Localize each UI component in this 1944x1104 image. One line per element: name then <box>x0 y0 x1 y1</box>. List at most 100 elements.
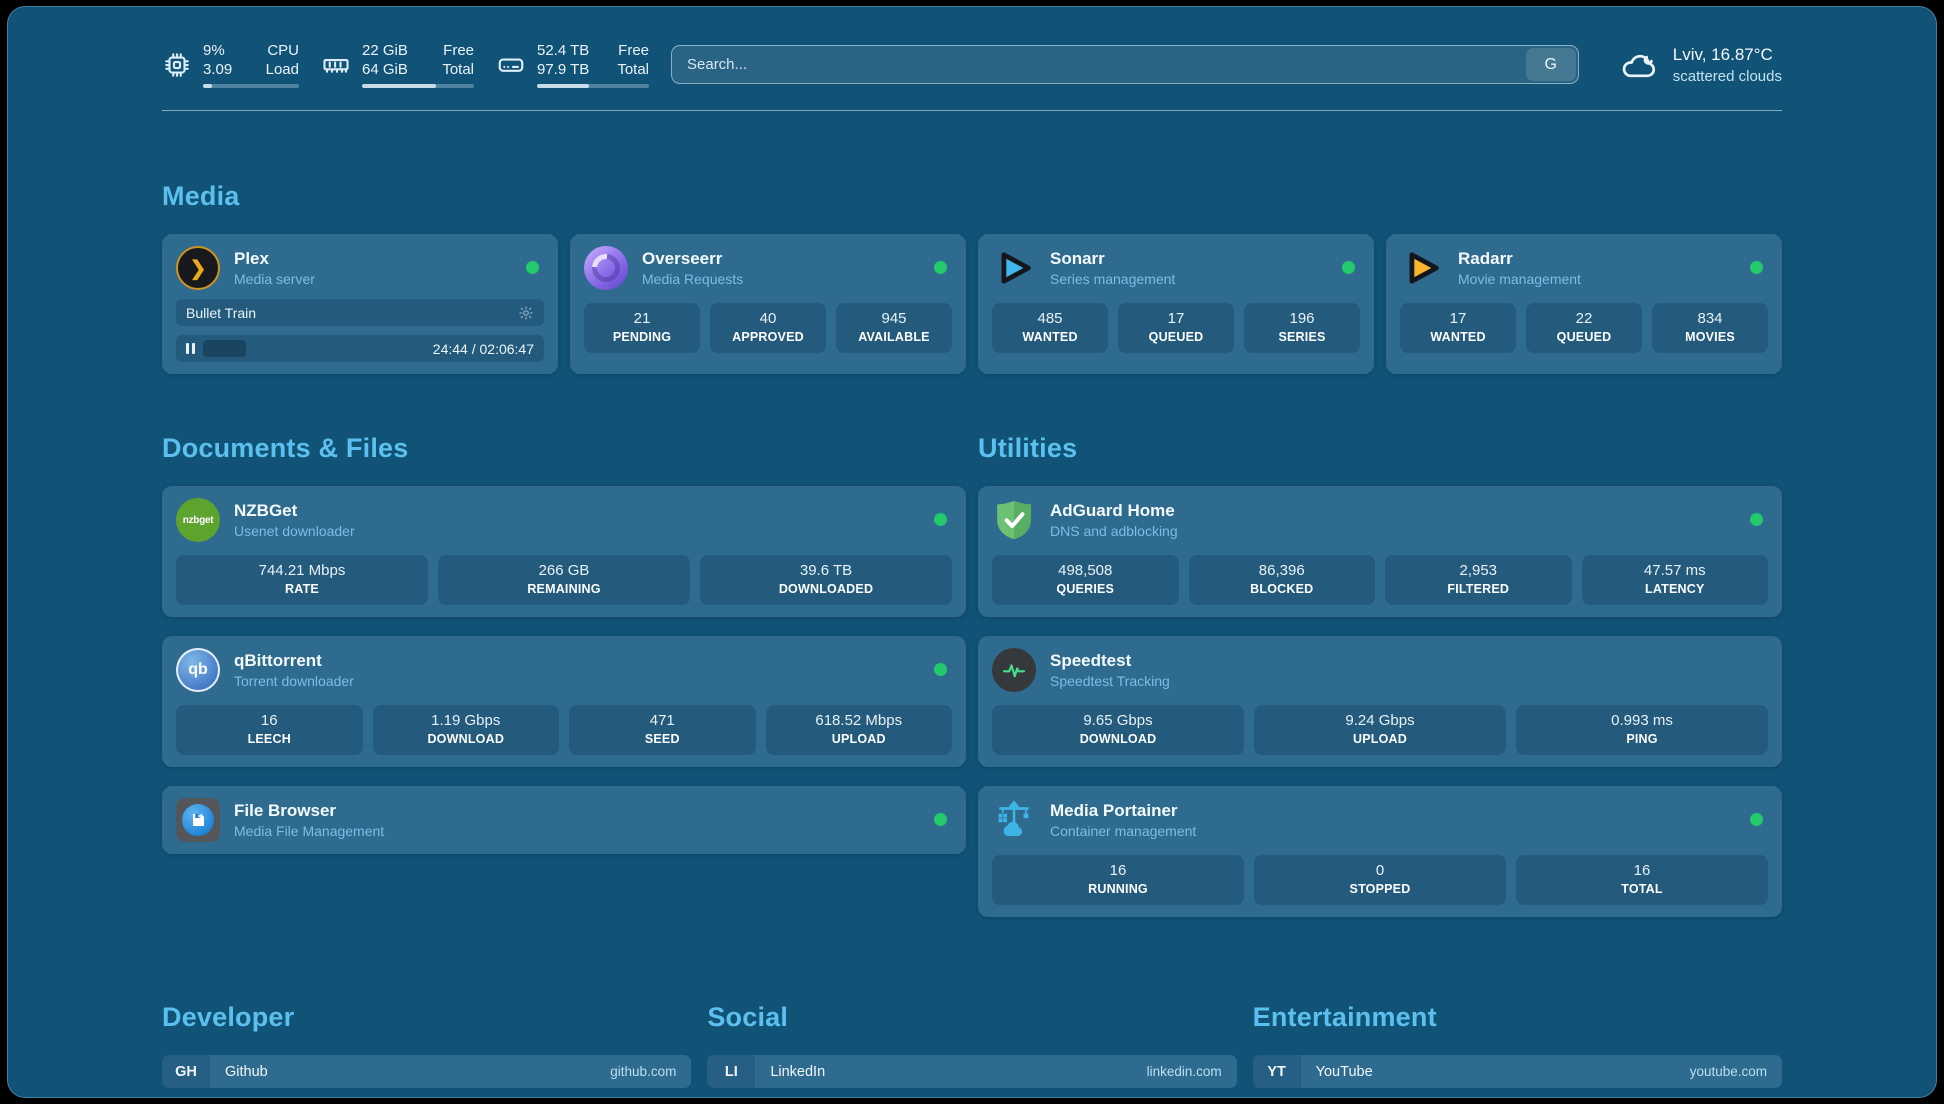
stat-latency: 47.57 ms LATENCY <box>1582 555 1769 605</box>
nzbget-subtitle: Usenet downloader <box>234 523 355 539</box>
portainer-icon <box>992 798 1036 842</box>
section-title-developer: Developer <box>162 1002 691 1033</box>
bookmark-name: LinkedIn <box>770 1064 825 1080</box>
plex-icon: ❯ <box>176 246 220 290</box>
now-playing-title: Bullet Train <box>186 305 256 321</box>
overseerr-title: Overseerr <box>642 249 743 269</box>
bookmark-youtube[interactable]: YT YouTube youtube.com <box>1253 1055 1782 1088</box>
memory-total-label: Total <box>442 60 474 79</box>
section-title-entertainment: Entertainment <box>1253 1002 1782 1033</box>
plex-title: Plex <box>234 249 315 269</box>
cpu-usage-label: CPU <box>266 41 299 60</box>
filebrowser-icon <box>176 798 220 842</box>
speedtest-title: Speedtest <box>1050 651 1170 671</box>
bookmark-url: github.com <box>610 1064 676 1079</box>
pause-icon[interactable] <box>186 343 195 354</box>
stat-remaining: 266 GB REMAINING <box>438 555 690 605</box>
stat-upload: 618.52 Mbps UPLOAD <box>766 705 953 755</box>
cpu-progress-bar <box>203 84 299 88</box>
qbittorrent-title: qBittorrent <box>234 651 354 671</box>
adguard-subtitle: DNS and adblocking <box>1050 523 1178 539</box>
plex-subtitle: Media server <box>234 271 315 287</box>
app-card-adguard[interactable]: AdGuard Home DNS and adblocking 498,508 … <box>978 486 1782 617</box>
bookmark-github[interactable]: GH Github github.com <box>162 1055 691 1088</box>
stat-downloaded: 39.6 TB DOWNLOADED <box>700 555 952 605</box>
playback-time: 24:44 / 02:06:47 <box>433 341 534 357</box>
stat-upload: 9.24 Gbps UPLOAD <box>1254 705 1506 755</box>
dashboard-page: 9% 3.09 CPU Load <box>7 6 1937 1098</box>
app-card-radarr[interactable]: Radarr Movie management 17 WANTED 22 QUE… <box>1386 234 1782 374</box>
speedtest-icon <box>992 648 1036 692</box>
memory-total-value: 64 GiB <box>362 60 408 79</box>
nzbget-icon: nzbget <box>176 498 220 542</box>
sonarr-title: Sonarr <box>1050 249 1175 269</box>
bookmark-section-social: Social LI LinkedIn linkedin.com TW Twitt… <box>707 979 1236 1098</box>
filebrowser-title: File Browser <box>234 801 384 821</box>
storage-free-label: Free <box>617 41 649 60</box>
stat-series: 196 SERIES <box>1244 303 1360 353</box>
memory-free-value: 22 GiB <box>362 41 408 60</box>
qbittorrent-subtitle: Torrent downloader <box>234 673 354 689</box>
cpu-load-value: 3.09 <box>203 60 232 79</box>
adguard-icon <box>992 498 1036 542</box>
search-bar[interactable]: G <box>671 45 1579 84</box>
stat-running: 16 RUNNING <box>992 855 1244 905</box>
section-title-media: Media <box>162 181 1782 212</box>
bookmark-abbr: GH <box>162 1055 210 1088</box>
qbittorrent-icon: qb <box>176 648 220 692</box>
section-media: Media ❯ Plex Media server Bullet Train <box>162 181 1782 374</box>
stat-leech: 16 LEECH <box>176 705 363 755</box>
app-card-filebrowser[interactable]: File Browser Media File Management <box>162 786 966 854</box>
stat-rate: 744.21 Mbps RATE <box>176 555 428 605</box>
app-card-plex[interactable]: ❯ Plex Media server Bullet Train <box>162 234 558 374</box>
stat-blocked: 86,396 BLOCKED <box>1189 555 1376 605</box>
stat-pending: 21 PENDING <box>584 303 700 353</box>
search-engine-button[interactable]: G <box>1526 48 1576 81</box>
section-title-social: Social <box>707 1002 1236 1033</box>
bookmark-section-developer: Developer GH Github github.com SO StackO… <box>162 979 691 1098</box>
stat-stopped: 0 STOPPED <box>1254 855 1506 905</box>
filebrowser-subtitle: Media File Management <box>234 823 384 839</box>
stat-ping: 0.993 ms PING <box>1516 705 1768 755</box>
cloud-icon <box>1619 45 1659 85</box>
app-card-nzbget[interactable]: nzbget NZBGet Usenet downloader 744.21 M… <box>162 486 966 617</box>
app-card-sonarr[interactable]: Sonarr Series management 485 WANTED 17 Q… <box>978 234 1374 374</box>
app-card-portainer[interactable]: Media Portainer Container management 16 … <box>978 786 1782 917</box>
app-card-qbittorrent[interactable]: qb qBittorrent Torrent downloader 16 LEE… <box>162 636 966 767</box>
playback-progress-track[interactable] <box>203 340 423 357</box>
app-card-speedtest[interactable]: Speedtest Speedtest Tracking 9.65 Gbps D… <box>978 636 1782 767</box>
stat-download: 9.65 Gbps DOWNLOAD <box>992 705 1244 755</box>
stat-queued: 17 QUEUED <box>1118 303 1234 353</box>
bookmark-linkedin[interactable]: LI LinkedIn linkedin.com <box>707 1055 1236 1088</box>
playback-progress-fill <box>203 340 246 357</box>
bookmark-section-entertainment: Entertainment YT YouTube youtube.com NF … <box>1253 979 1782 1098</box>
radarr-subtitle: Movie management <box>1458 271 1581 287</box>
storage-free-value: 52.4 TB <box>537 41 589 60</box>
now-playing-row: Bullet Train <box>176 299 544 326</box>
settings-gear-icon[interactable] <box>518 305 534 321</box>
stat-download: 1.19 Gbps DOWNLOAD <box>373 705 560 755</box>
bookmark-abbr: YT <box>1253 1055 1301 1088</box>
section-utilities: Utilities AdGuard <box>978 410 1782 917</box>
weather-location-temp: Lviv, 16.87°C <box>1673 45 1782 65</box>
weather-widget: Lviv, 16.87°C scattered clouds <box>1619 45 1782 85</box>
stat-approved: 40 APPROVED <box>710 303 826 353</box>
bookmark-abbr: LI <box>707 1055 755 1088</box>
memory-free-label: Free <box>442 41 474 60</box>
stat-total: 16 TOTAL <box>1516 855 1768 905</box>
radarr-icon <box>1400 246 1444 290</box>
stat-queued: 22 QUEUED <box>1526 303 1642 353</box>
system-stats: 9% 3.09 CPU Load <box>162 41 649 88</box>
stat-available: 945 AVAILABLE <box>836 303 952 353</box>
cpu-load-label: Load <box>266 60 299 79</box>
cpu-usage-value: 9% <box>203 41 232 60</box>
player-row: 24:44 / 02:06:47 <box>176 335 544 362</box>
memory-progress-bar <box>362 84 474 88</box>
search-input[interactable] <box>672 56 1524 73</box>
overseerr-subtitle: Media Requests <box>642 271 743 287</box>
overseerr-icon <box>584 246 628 290</box>
bookmark-url: youtube.com <box>1690 1064 1767 1079</box>
memory-stat-widget: 22 GiB 64 GiB Free Total <box>321 41 474 88</box>
app-card-overseerr[interactable]: Overseerr Media Requests 21 PENDING 40 A… <box>570 234 966 374</box>
stat-wanted: 485 WANTED <box>992 303 1108 353</box>
